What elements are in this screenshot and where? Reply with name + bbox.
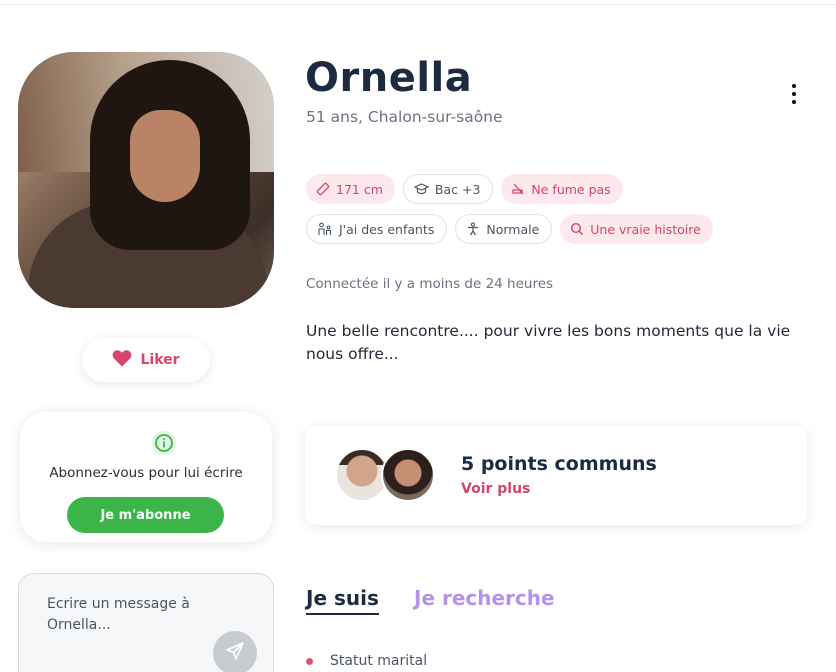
field-label-marital-status: Statut marital <box>330 653 428 669</box>
photo-face <box>130 110 200 202</box>
send-icon <box>225 641 245 665</box>
search-icon <box>570 222 584 236</box>
common-points-title: 5 points communs <box>461 453 657 475</box>
profile-avatar <box>381 448 435 502</box>
tag-height: 171 cm <box>306 174 395 204</box>
graduation-cap-icon <box>413 182 429 196</box>
body-type-icon <box>466 222 480 236</box>
tag-smoking: Ne fume pas <box>501 174 623 204</box>
profile-bio: Une belle rencontre.... pour vivre les b… <box>306 322 791 363</box>
tab-je-recherche[interactable]: Je recherche <box>414 586 555 610</box>
tag-looking-for: Une vraie histoire <box>560 214 713 244</box>
message-placeholder: Ecrire un message à Ornella... <box>47 596 190 633</box>
tab-je-suis[interactable]: Je suis <box>306 586 379 615</box>
more-options-icon[interactable] <box>786 84 802 104</box>
family-icon <box>317 222 333 236</box>
header-divider <box>0 4 836 5</box>
like-label: Liker <box>140 352 180 368</box>
profile-tags: 171 cm Bac +3 Ne fume pas J'ai des enfan… <box>306 174 766 244</box>
info-icon <box>152 431 176 455</box>
last-seen-status: Connectée il y a moins de 24 heures <box>306 276 554 292</box>
tag-body-type: Normale <box>455 214 553 244</box>
tag-education: Bac +3 <box>402 174 494 204</box>
send-button[interactable] <box>213 631 257 672</box>
ruler-icon <box>316 182 330 196</box>
see-more-link[interactable]: Voir plus <box>461 481 530 497</box>
common-points-card[interactable]: 5 points communs Voir plus <box>305 426 807 525</box>
no-smoking-icon <box>511 182 525 196</box>
profile-photo[interactable] <box>18 52 274 308</box>
message-input[interactable]: Ecrire un message à Ornella... <box>18 573 274 672</box>
bullet-dot <box>306 658 313 665</box>
subscribe-text: Abonnez-vous pour lui écrire <box>49 465 243 481</box>
subscribe-button[interactable]: Je m'abonne <box>67 497 224 533</box>
heart-icon <box>112 349 132 371</box>
tag-children: J'ai des enfants <box>306 214 448 244</box>
like-button[interactable]: Liker <box>82 338 210 382</box>
profile-age-city: 51 ans, Chalon-sur-saône <box>306 108 503 126</box>
profile-name: Ornella <box>305 55 473 101</box>
subscribe-card: Abonnez-vous pour lui écrire Je m'abonne <box>20 412 272 542</box>
